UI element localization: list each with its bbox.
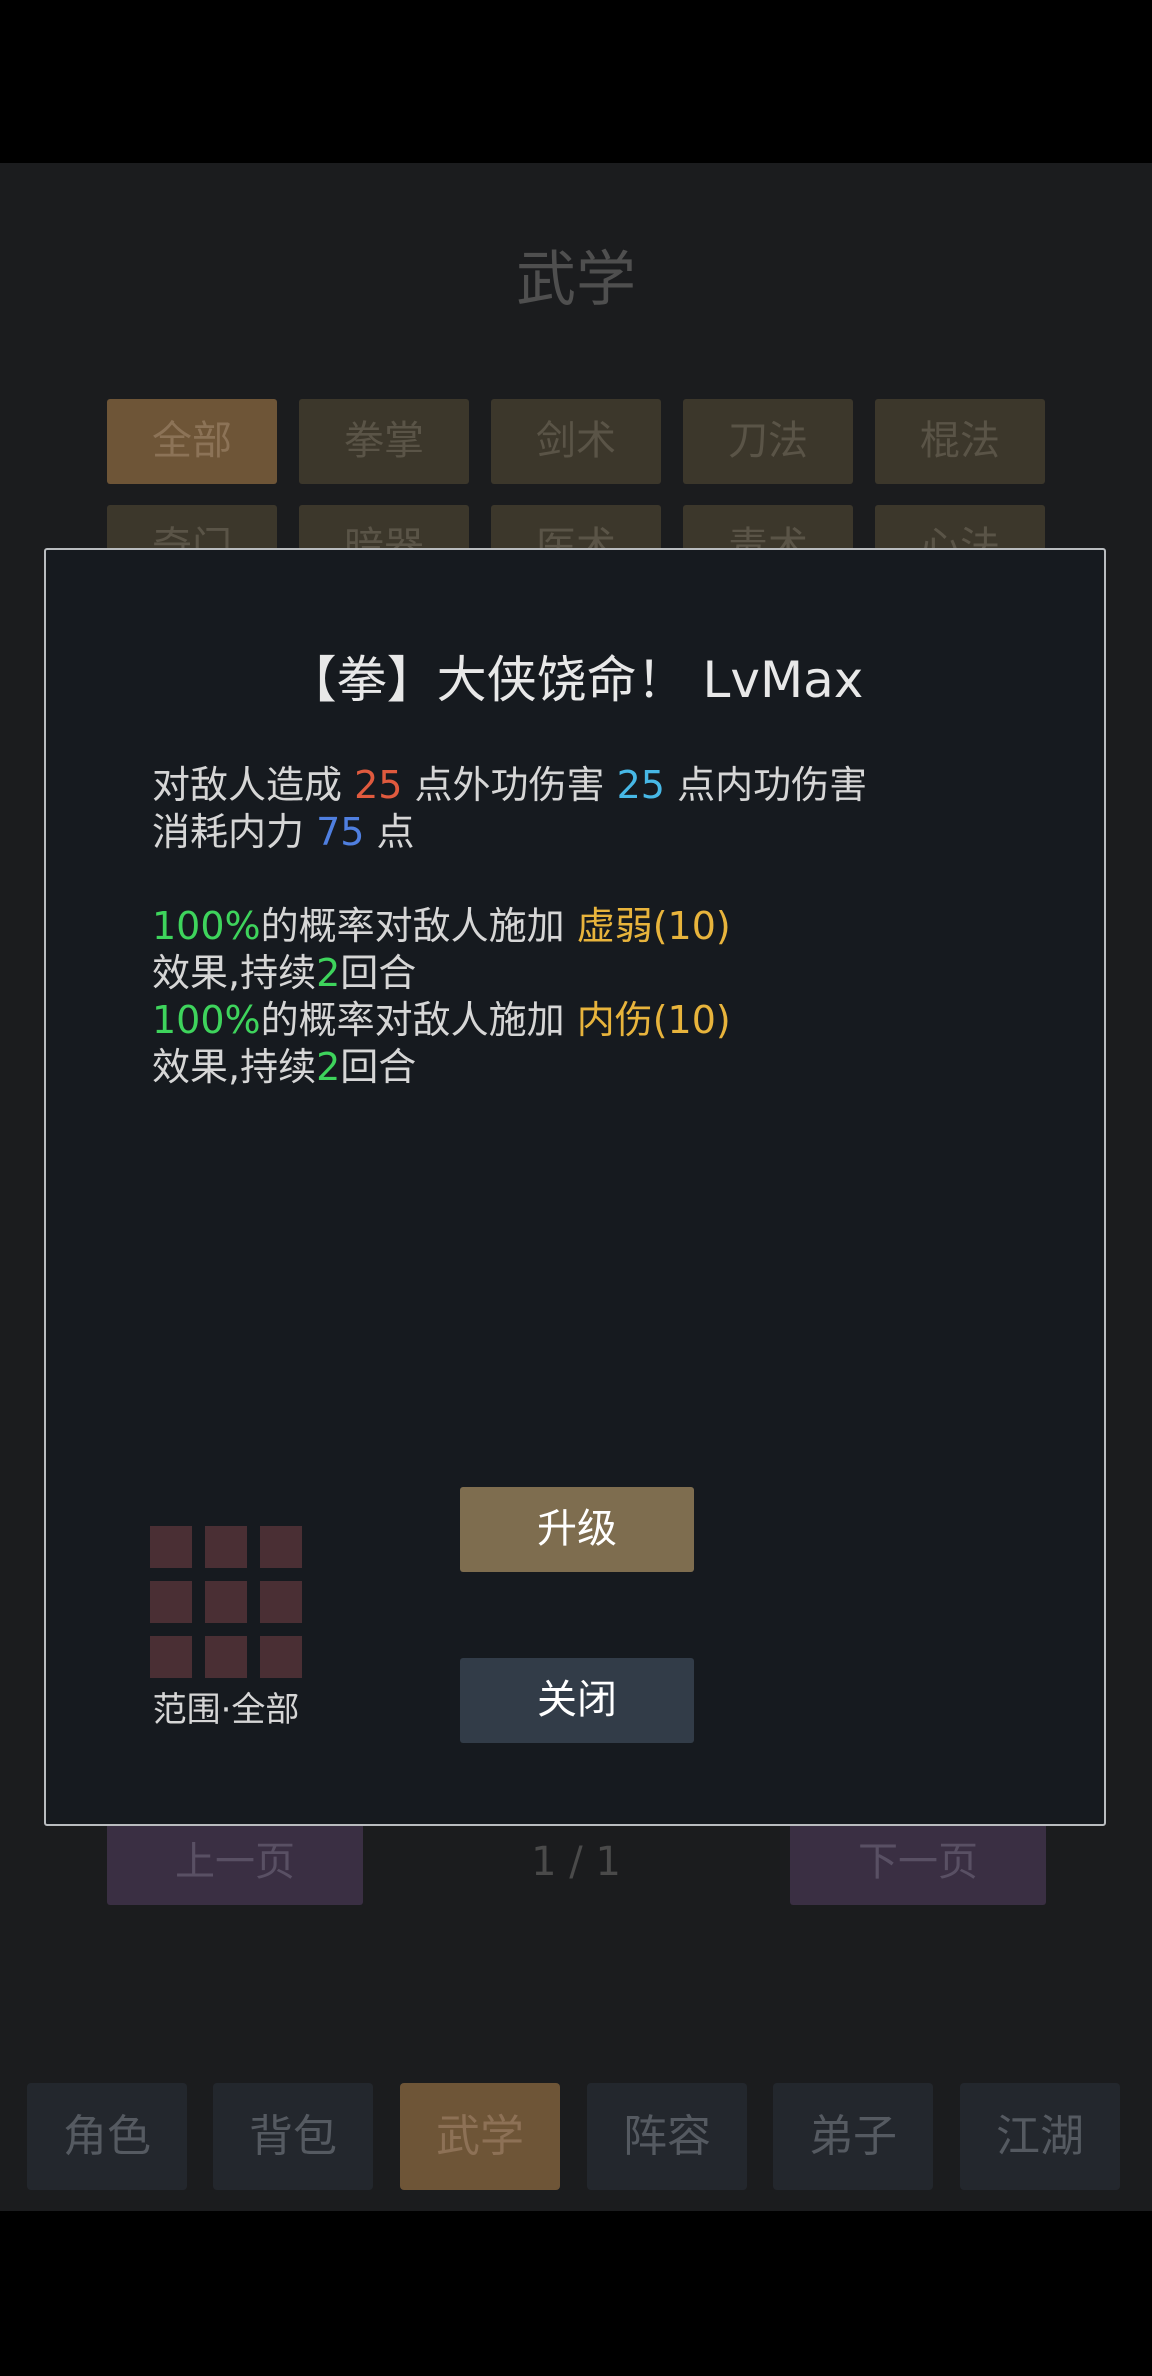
range-cell [205, 1636, 247, 1678]
next-page-button[interactable]: 下一页 [790, 1820, 1046, 1905]
desc-text: 点 [364, 810, 415, 854]
range-cell [205, 1526, 247, 1568]
range-cell [260, 1636, 302, 1678]
category-blade-button[interactable]: 刀法 [683, 399, 853, 484]
effect-line: 100%的概率对敌人施加 虚弱(10) [152, 903, 1032, 950]
nav-lineup-tab[interactable]: 阵容 [587, 2083, 747, 2190]
effect-chance: 100% [152, 904, 261, 948]
effect-duration-line: 效果,持续2回合 [152, 950, 1032, 997]
attack-range-grid [150, 1526, 302, 1678]
category-sword-button[interactable]: 剑术 [491, 399, 661, 484]
outer-damage-value: 25 [354, 763, 403, 807]
nav-character-tab[interactable]: 角色 [27, 2083, 187, 2190]
nav-bag-tab[interactable]: 背包 [213, 2083, 373, 2190]
page-indicator: 1 / 1 [531, 1839, 621, 1885]
desc-text: 点外功伤害 [402, 763, 617, 807]
effect-name: 内伤(10) [576, 998, 731, 1042]
desc-text: 回合 [340, 1045, 417, 1089]
inner-damage-value: 25 [616, 763, 665, 807]
range-cell [150, 1581, 192, 1623]
range-cell [260, 1526, 302, 1568]
desc-text: 的概率对敌人施加 [260, 998, 577, 1042]
effect-turns: 2 [316, 951, 341, 995]
effect-duration-line: 效果,持续2回合 [152, 1044, 1032, 1091]
category-fist-button[interactable]: 拳掌 [299, 399, 469, 484]
range-cell [205, 1581, 247, 1623]
desc-text: 效果,持续 [152, 1045, 317, 1089]
category-staff-button[interactable]: 棍法 [875, 399, 1045, 484]
mana-cost-value: 75 [316, 810, 365, 854]
nav-jianghu-tab[interactable]: 江湖 [960, 2083, 1120, 2190]
range-label: 范围·全部 [152, 1690, 300, 1730]
nav-martial-arts-tab[interactable]: 武学 [400, 2083, 560, 2190]
nav-disciples-tab[interactable]: 弟子 [773, 2083, 933, 2190]
desc-text: 对敌人造成 [152, 763, 355, 807]
range-cell [150, 1636, 192, 1678]
effect-turns: 2 [316, 1045, 341, 1089]
category-all-button[interactable]: 全部 [107, 399, 277, 484]
close-button[interactable]: 关闭 [460, 1658, 694, 1743]
mana-cost-line: 消耗内力 75 点 [152, 809, 1032, 856]
skill-description: 对敌人造成 25 点外功伤害 25 点内功伤害 消耗内力 75 点 100%的概… [152, 762, 1032, 1091]
page-title: 武学 [516, 245, 636, 315]
damage-line: 对敌人造成 25 点外功伤害 25 点内功伤害 [152, 762, 1032, 809]
desc-text: 消耗内力 [152, 810, 317, 854]
range-cell [150, 1526, 192, 1568]
screen: 武学 全部 拳掌 剑术 刀法 棍法 奇门 暗器 医术 毒术 心法 上一页 1 /… [0, 0, 1152, 2376]
desc-text: 点内功伤害 [664, 763, 868, 807]
skill-detail-dialog: 【拳】大侠饶命！ LvMax 对敌人造成 25 点外功伤害 25 点内功伤害 消… [44, 548, 1106, 1826]
range-cell [260, 1581, 302, 1623]
effect-chance: 100% [152, 998, 261, 1042]
prev-page-button[interactable]: 上一页 [107, 1820, 363, 1905]
desc-text: 效果,持续 [152, 951, 317, 995]
desc-text: 回合 [340, 951, 417, 995]
desc-text: 的概率对敌人施加 [260, 904, 577, 948]
upgrade-button[interactable]: 升级 [460, 1487, 694, 1572]
effect-name: 虚弱(10) [576, 904, 731, 948]
skill-title: 【拳】大侠饶命！ LvMax [286, 651, 864, 709]
effect-line: 100%的概率对敌人施加 内伤(10) [152, 997, 1032, 1044]
